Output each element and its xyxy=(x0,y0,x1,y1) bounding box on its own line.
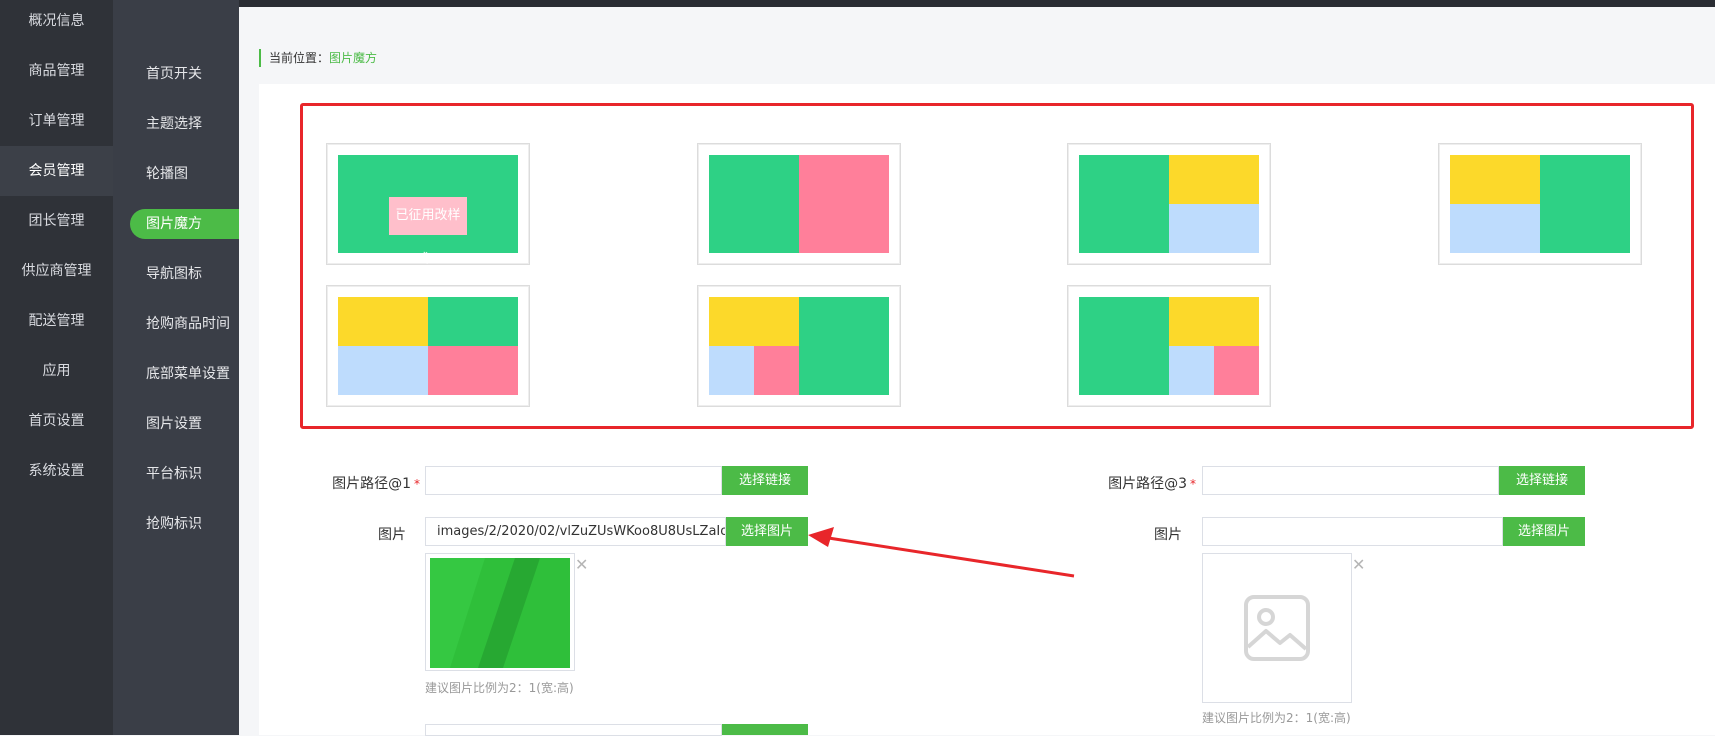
nav-item-suppliers[interactable]: 供应商管理 xyxy=(0,246,113,296)
image-placeholder-icon xyxy=(1244,595,1310,661)
path-3-input[interactable] xyxy=(1202,466,1499,495)
subnav-item-theme[interactable]: 主题选择 xyxy=(130,109,234,139)
template-block xyxy=(709,346,754,395)
template-preview xyxy=(709,155,889,253)
nav-item-overview[interactable]: 概况信息 xyxy=(0,0,113,46)
subnav-item-image-settings[interactable]: 图片设置 xyxy=(130,409,234,439)
template-block xyxy=(1214,346,1259,395)
image-3-hint: 建议图片比例为2：1(宽:高) xyxy=(1202,711,1351,725)
template-block xyxy=(799,297,889,395)
template-block xyxy=(1450,155,1540,204)
template-block xyxy=(1450,204,1540,253)
green-image-preview xyxy=(430,558,570,668)
path-1-label: 图片路径@1 * xyxy=(332,476,420,492)
image-1-label: 图片 xyxy=(378,527,406,543)
image-1-thumbnail xyxy=(425,553,575,671)
template-block xyxy=(709,155,799,253)
subnav-item-flash-sale-mark[interactable]: 抢购标识 xyxy=(130,509,234,539)
template-preview: 已征用改样 式 xyxy=(338,155,518,265)
template-preview xyxy=(1450,155,1630,253)
template-preview xyxy=(1079,297,1259,395)
template-preview xyxy=(338,297,518,395)
template-block xyxy=(1540,155,1630,253)
template-block xyxy=(1169,155,1259,204)
template-option-4[interactable] xyxy=(1438,143,1642,265)
template-option-1[interactable]: 已征用改样 式 xyxy=(326,143,530,265)
secondary-sidebar: 首页开关 主题选择 轮播图 图片魔方 导航图标 抢购商品时间 底部菜单设置 图片… xyxy=(113,0,239,735)
select-image-button-3[interactable]: 选择图片 xyxy=(1503,517,1585,546)
template-block xyxy=(754,346,799,395)
remove-image-3-icon[interactable]: ✕ xyxy=(1352,555,1365,574)
template-option-7[interactable] xyxy=(1067,285,1271,407)
primary-sidebar: 概况信息 商品管理 订单管理 会员管理 团长管理 供应商管理 配送管理 应用 首… xyxy=(0,0,113,735)
image-3-path-input[interactable] xyxy=(1202,517,1503,546)
template-block xyxy=(709,297,799,346)
subnav-item-platform-mark[interactable]: 平台标识 xyxy=(130,459,234,489)
template-block xyxy=(428,297,518,346)
nav-item-home-settings[interactable]: 首页设置 xyxy=(0,396,113,446)
template-block xyxy=(1079,297,1169,395)
select-link-button-1[interactable]: 选择链接 xyxy=(722,466,808,495)
template-block xyxy=(799,155,889,253)
nav-item-members[interactable]: 会员管理 xyxy=(0,146,113,196)
breadcrumb-prefix: 当前位置： xyxy=(269,51,330,65)
template-option-6[interactable] xyxy=(697,285,901,407)
image-3-label: 图片 xyxy=(1154,527,1182,543)
breadcrumb: 当前位置：图片魔方 xyxy=(259,49,377,67)
template-block xyxy=(428,346,518,395)
next-field-input[interactable] xyxy=(425,724,722,736)
path-3-label: 图片路径@3 * xyxy=(1108,476,1196,492)
template-block xyxy=(338,297,428,346)
template-block xyxy=(338,346,428,395)
select-image-button-1[interactable]: 选择图片 xyxy=(726,517,808,546)
subnav-item-flash-sale-time[interactable]: 抢购商品时间 xyxy=(130,309,234,339)
image-3-placeholder xyxy=(1202,553,1352,703)
breadcrumb-current[interactable]: 图片魔方 xyxy=(329,51,377,65)
template-block xyxy=(1169,346,1214,395)
nav-item-delivery[interactable]: 配送管理 xyxy=(0,296,113,346)
template-option-2[interactable] xyxy=(697,143,901,265)
annotation-arrow-icon xyxy=(808,527,1075,578)
subnav-item-nav-icons[interactable]: 导航图标 xyxy=(130,259,234,289)
nav-item-leaders[interactable]: 团长管理 xyxy=(0,196,113,246)
template-block xyxy=(1169,204,1259,253)
template-preview xyxy=(1079,155,1259,253)
nav-item-products[interactable]: 商品管理 xyxy=(0,46,113,96)
select-link-button-3[interactable]: 选择链接 xyxy=(1499,466,1585,495)
subnav-item-carousel[interactable]: 轮播图 xyxy=(130,159,234,189)
template-block xyxy=(1079,155,1169,253)
used-tag: 已征用改样 xyxy=(389,197,467,235)
subnav-item-bottom-menu[interactable]: 底部菜单设置 xyxy=(130,359,234,389)
remove-image-1-icon[interactable]: ✕ xyxy=(575,555,588,574)
template-option-3[interactable] xyxy=(1067,143,1271,265)
nav-item-system-settings[interactable]: 系统设置 xyxy=(0,446,113,496)
template-preview xyxy=(709,297,889,395)
image-1-hint: 建议图片比例为2：1(宽:高) xyxy=(425,681,574,695)
template-block xyxy=(1169,297,1259,346)
template-option-5[interactable] xyxy=(326,285,530,407)
nav-item-apps[interactable]: 应用 xyxy=(0,346,113,396)
nav-item-orders[interactable]: 订单管理 xyxy=(0,96,113,146)
path-1-input[interactable] xyxy=(425,466,722,495)
subnav-item-image-cube[interactable]: 图片魔方 xyxy=(130,209,239,239)
image-1-path-input[interactable]: images/2/2020/02/vlZuZUsWKoo8U8UsLZaIoKl… xyxy=(425,517,726,546)
used-tag-overflow: 式 xyxy=(417,251,430,265)
next-field-button[interactable] xyxy=(722,724,808,735)
subnav-item-home-switch[interactable]: 首页开关 xyxy=(130,59,234,89)
top-bar xyxy=(0,0,1715,7)
